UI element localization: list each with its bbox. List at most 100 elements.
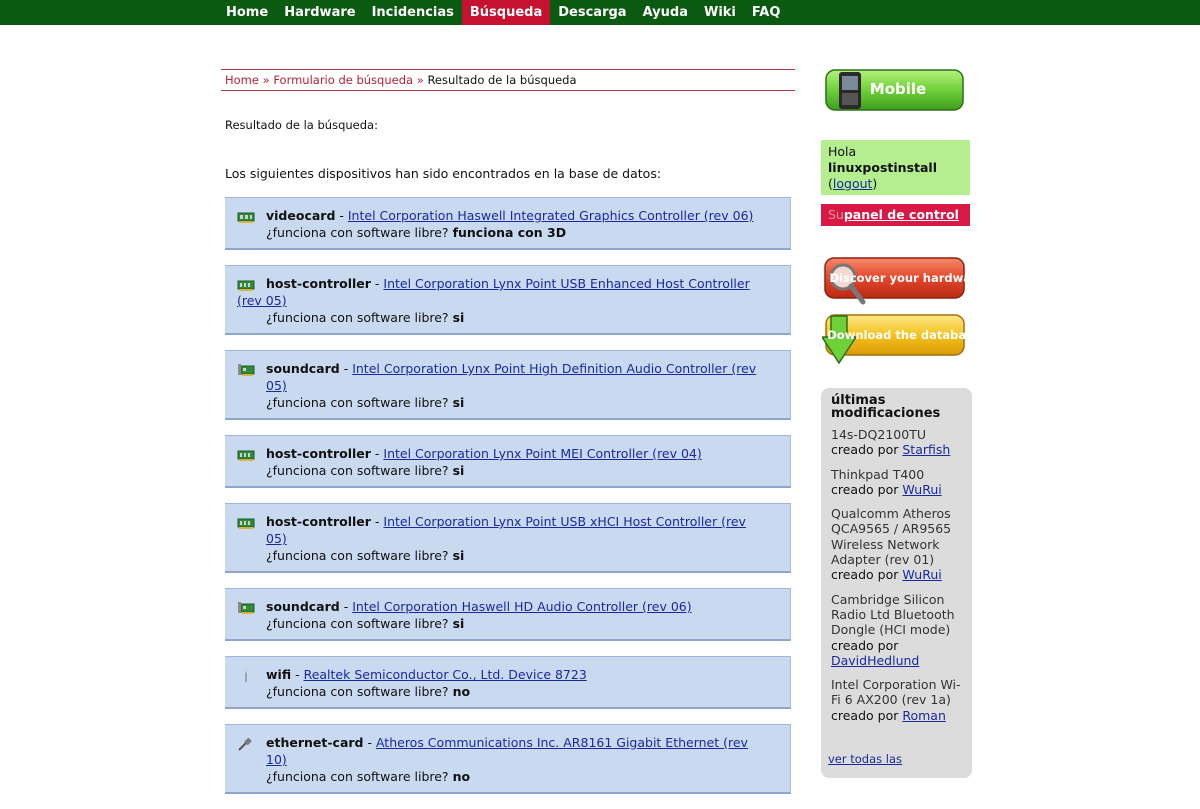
device-link[interactable]: Intel Corporation Lynx Point MEI Control… [383,446,701,461]
nav-incidencias[interactable]: Incidencias [364,0,462,25]
result-heading: Resultado de la búsqueda: [225,118,378,132]
device-item: wifi - Realtek Semiconductor Co., Ltd. D… [225,656,791,709]
see-all-link[interactable]: ver todas las [828,752,902,767]
discover-hardware-button[interactable]: Discover your hardware [823,256,966,306]
latest-modifications-title: últimas modificaciones [831,393,941,421]
nav-busqueda[interactable]: Búsqueda [461,0,551,25]
device-link[interactable]: Realtek Semiconductor Co., Ltd. Device 8… [304,667,587,682]
modification-entry: 14s-DQ2100TU creado por Starfish [831,427,962,458]
wifi-icon [244,669,248,682]
host-controller-icon [237,450,255,461]
device-category: ethernet-card [266,735,364,750]
support-status: si [452,616,465,631]
download-database-button[interactable]: Download the database [822,313,966,365]
created-by-label: creado por [831,442,899,458]
support-status: si [452,395,465,410]
top-navigation-bar: Home Hardware Incidencias Búsqueda Desca… [0,0,1200,25]
support-status: funciona con 3D [452,225,567,240]
device-link[interactable]: Intel Corporation Haswell Integrated Gra… [348,208,754,223]
device-item: soundcard - Intel Corporation Haswell HD… [225,588,791,641]
modification-model: Thinkpad T400 [831,466,925,482]
breadcrumb-separator: » [262,73,270,87]
modification-model: Qualcomm Atheros QCA9565 / AR9565 Wirele… [831,506,952,568]
device-category: host-controller [266,276,371,291]
username: linuxpostinstall [828,160,937,175]
download-button-label: Download the database [827,328,966,342]
device-line: ethernet-card - Atheros Communications I… [266,735,748,767]
phone-icon [839,72,861,109]
modification-model: 14s-DQ2100TU [831,427,926,442]
breadcrumb-separator: » [416,73,424,87]
device-support-line: ¿funciona con software libre? funciona c… [237,224,760,241]
device-support-line: ¿funciona con software libre? si [237,309,760,326]
modification-model: Intel Corporation Wi-Fi 6 AX200 (rev 1a) [831,677,961,708]
breadcrumb-search-form-link[interactable]: Formulario de búsqueda [273,73,413,87]
support-question: ¿funciona con software libre? [266,463,449,478]
device-item: host-controller - Intel Corporation Lynx… [225,265,791,335]
device-category: soundcard [266,599,340,614]
device-category: soundcard [266,361,340,376]
logout-paren-close: ) [872,176,878,191]
support-status: no [452,769,471,784]
user-link[interactable]: Starfish [902,442,950,457]
device-category: host-controller [266,446,371,461]
device-line: videocard - Intel Corporation Haswell In… [266,208,754,223]
device-support-line: ¿funciona con software libre? no [237,768,760,785]
nav-faq[interactable]: FAQ [744,0,789,25]
device-line: host-controller - Intel Corporation Lynx… [266,446,702,461]
device-item: videocard - Intel Corporation Haswell In… [225,197,791,250]
nav-wiki[interactable]: Wiki [696,0,744,25]
ethernet-card-icon [238,737,252,751]
device-support-line: ¿funciona con software libre? si [237,394,760,411]
support-question: ¿funciona con software libre? [266,225,449,240]
created-by-line: creado por DavidHedlund [831,638,962,669]
modification-model: Cambridge Silicon Radio Ltd Bluetooth Do… [831,591,955,638]
mobile-button[interactable]: Mobile [825,69,964,111]
latest-modifications-box: últimas modificaciones 14s-DQ2100TU crea… [821,388,972,778]
user-link[interactable]: WuRui [902,482,941,497]
device-item: soundcard - Intel Corporation Lynx Point… [225,350,791,420]
modification-entry: Intel Corporation Wi-Fi 6 AX200 (rev 1a)… [831,677,962,723]
device-line: soundcard - Intel Corporation Lynx Point… [266,361,757,393]
created-by-line: creado por WuRui [831,567,962,582]
support-question: ¿funciona con software libre? [266,395,449,410]
device-line: host-controller - Intel Corporation Lynx… [266,514,746,546]
created-by-label: creado por [831,481,899,497]
support-status: si [452,548,465,563]
mobile-button-label: Mobile [870,80,926,98]
device-link[interactable]: Intel Corporation Lynx Point High Defini… [266,361,756,393]
greeting-text: Hola [828,144,857,159]
device-list: videocard - Intel Corporation Haswell In… [225,197,791,809]
support-status: si [452,310,465,325]
created-by-label: creado por [831,637,899,653]
device-item: host-controller - Intel Corporation Lynx… [225,435,791,488]
videocard-icon [237,212,255,223]
support-question: ¿funciona con software libre? [266,548,449,563]
nav-hardware[interactable]: Hardware [276,0,363,25]
breadcrumb-current: Resultado de la búsqueda [427,73,577,87]
host-controller-icon [237,518,255,529]
discover-button-label: Discover your hardware [830,271,967,285]
nav-items: Home Hardware Incidencias Búsqueda Desca… [218,0,788,25]
user-link[interactable]: DavidHedlund [831,653,919,668]
device-line: host-controller - Intel Corporation Lynx… [237,276,750,308]
support-question: ¿funciona con software libre? [266,616,449,631]
device-category: wifi [266,667,292,682]
device-link[interactable]: Intel Corporation Haswell HD Audio Contr… [352,599,691,614]
nav-home[interactable]: Home [218,0,276,25]
nav-ayuda[interactable]: Ayuda [635,0,696,25]
breadcrumb: Home » Formulario de búsqueda » Resultad… [221,69,795,91]
user-link[interactable]: Roman [902,708,946,723]
created-by-line: creado por Starfish [831,442,962,457]
nav-descarga[interactable]: Descarga [550,0,634,25]
logout-link[interactable]: logout [833,176,873,191]
user-link[interactable]: WuRui [902,567,941,582]
device-support-line: ¿funciona con software libre? si [237,615,760,632]
support-question: ¿funciona con software libre? [266,769,449,784]
support-status: si [452,463,465,478]
user-greeting-box: Hola linuxpostinstall (logout) [821,140,970,195]
device-item: ethernet-card - Atheros Communications I… [225,724,791,794]
control-panel-link[interactable]: panel de control [844,207,959,222]
device-category: host-controller [266,514,371,529]
breadcrumb-home-link[interactable]: Home [225,73,259,87]
